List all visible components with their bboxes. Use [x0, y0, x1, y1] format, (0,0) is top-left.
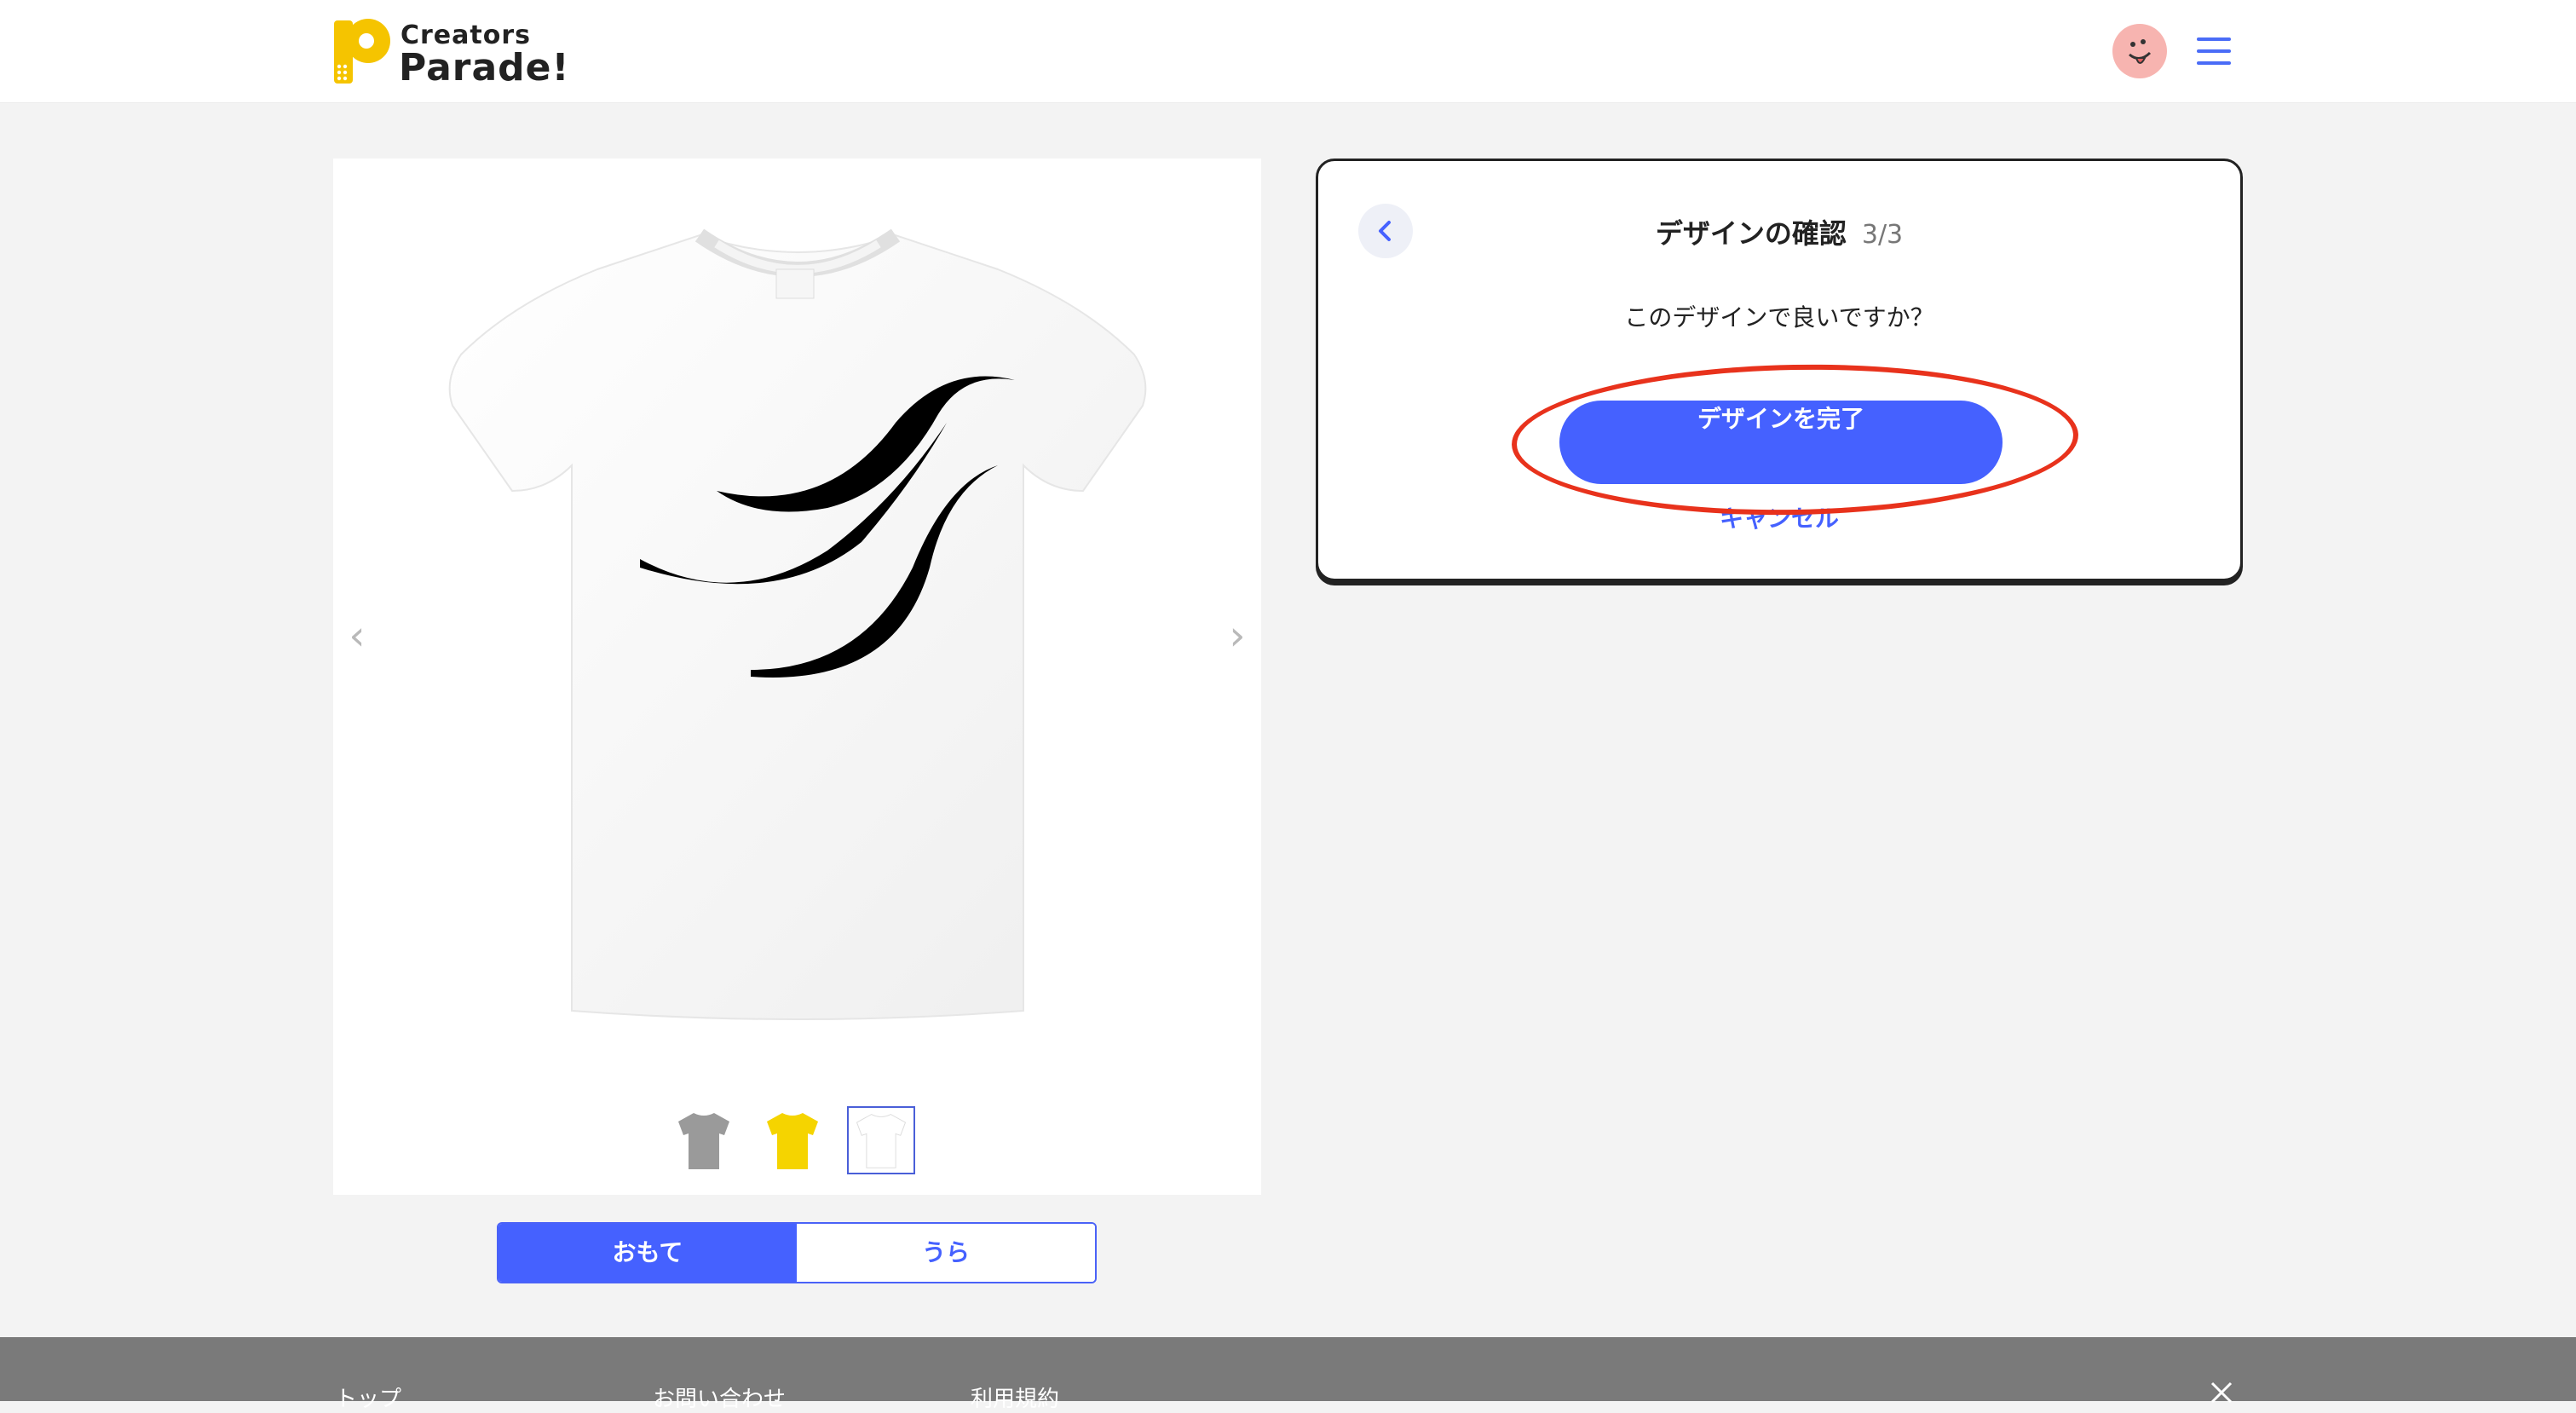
prev-image-arrow-icon[interactable]: ‹ [340, 610, 374, 661]
step-indicator: 3/3 [1861, 220, 1904, 250]
panel-title: デザインの確認 3/3 [1318, 212, 2240, 251]
thumbnail-yellow-tshirt[interactable] [758, 1106, 827, 1174]
back-side-button[interactable]: うら [797, 1224, 1095, 1282]
print-side-toggle: おもて うら [497, 1222, 1097, 1283]
footer-link-top[interactable]: トップ [335, 1381, 401, 1413]
front-side-button[interactable]: おもて [498, 1224, 797, 1282]
product-preview: ‹ › [333, 159, 1261, 1195]
user-avatar[interactable] [2112, 24, 2167, 78]
confirm-question: このデザインで良いですか？ [1624, 303, 1934, 332]
complete-design-button[interactable]: デザインを完了 [1559, 401, 2003, 484]
gray-tshirt-icon [678, 1113, 729, 1169]
site-footer: トップ お問い合わせ 利用規約 [0, 1337, 2576, 1412]
site-header: Creators Parade! [0, 0, 2576, 103]
thumbnail-gray-tshirt[interactable] [670, 1106, 738, 1174]
footer-link-terms[interactable]: 利用規約 [971, 1381, 1059, 1413]
footer-link-contact[interactable]: お問い合わせ [653, 1381, 786, 1413]
yellow-tshirt-icon [767, 1113, 818, 1169]
design-confirm-panel: デザインの確認 3/3 このデザインで良いですか？ キャンセル デザインを完了 [1316, 159, 2243, 581]
logo-text-bottom: Parade! [399, 46, 570, 89]
logo-mark-icon [334, 19, 390, 84]
hamburger-menu-icon[interactable] [2197, 37, 2231, 65]
creators-parade-logo[interactable]: Creators Parade! [332, 17, 571, 89]
thumbnail-white-tshirt[interactable] [847, 1106, 915, 1174]
next-image-arrow-icon[interactable]: › [1220, 610, 1254, 661]
cancel-link[interactable]: キャンセル [1318, 500, 2240, 534]
tshirt-preview-image [448, 228, 1147, 1020]
panel-title-text: デザインの確認 [1655, 217, 1847, 250]
x-social-icon[interactable] [2209, 1380, 2234, 1405]
white-tshirt-icon [856, 1114, 907, 1168]
avatar-face-icon [2129, 39, 2152, 64]
